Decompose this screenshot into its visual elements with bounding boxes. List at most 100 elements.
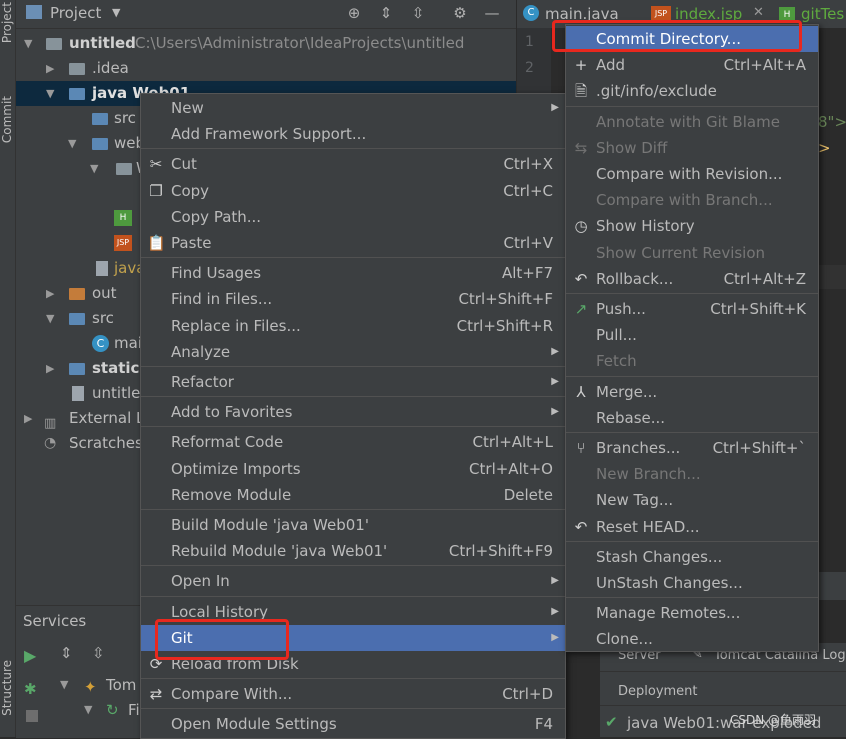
menu-item-cut[interactable]: ✂ Cut Ctrl+X — [141, 151, 565, 177]
menu-item-shortcut: Ctrl+Shift+F9 — [448, 542, 553, 561]
branch-icon: ⑂ — [576, 439, 586, 457]
menu-item-unstash-changes[interactable]: UnStash Changes... — [566, 570, 818, 596]
tab-git-test[interactable]: gitTes — [801, 5, 844, 23]
debug-icon[interactable]: ✱ — [24, 680, 37, 698]
menu-item-compare-with[interactable]: ⇄ Compare With... Ctrl+D — [141, 681, 565, 707]
chevron-down-icon[interactable]: ▼ — [112, 6, 120, 19]
minimize-icon[interactable]: — — [482, 4, 502, 22]
collapse-all-icon[interactable]: ⇳ — [408, 4, 428, 22]
chevron-down-icon[interactable]: ▼ — [90, 156, 98, 181]
chevron-down-icon[interactable]: ▼ — [46, 306, 54, 331]
menu-item-find-in-files[interactable]: Find in Files... Ctrl+Shift+F — [141, 286, 565, 312]
menu-item-reset-head[interactable]: ↶ Reset HEAD... — [566, 514, 818, 540]
menu-item-merge[interactable]: ⅄ Merge... — [566, 379, 818, 405]
menu-item-remove-module[interactable]: Remove Module Delete — [141, 482, 565, 508]
rollback-icon: ↶ — [574, 269, 588, 288]
tree-label: .idea — [92, 59, 129, 77]
plus-icon: + — [574, 56, 588, 75]
menu-item-refactor[interactable]: Refactor ▶ — [141, 369, 565, 395]
run-icon[interactable]: ▶ — [24, 646, 36, 665]
submenu-arrow-icon: ▶ — [551, 406, 559, 418]
chevron-right-icon[interactable]: ▶ — [24, 406, 32, 431]
tree-path: C:\Users\Administrator\IdeaProjects\unti… — [135, 34, 465, 52]
service-item-finished[interactable]: Fi — [128, 701, 140, 719]
expand-all-icon[interactable]: ⇕ — [376, 4, 396, 22]
menu-item-build-module-java-web01[interactable]: Build Module 'java Web01' — [141, 512, 565, 538]
module-folder-icon — [69, 363, 85, 375]
menu-item-add-to-favorites[interactable]: Add to Favorites ▶ — [141, 399, 565, 425]
menu-item-replace-in-files[interactable]: Replace in Files... Ctrl+Shift+R — [141, 313, 565, 339]
collapse-all-icon[interactable]: ⇳ — [92, 644, 105, 662]
menu-item-new[interactable]: New ▶ — [141, 95, 565, 121]
project-icon — [26, 5, 42, 19]
menu-item-add[interactable]: + Add Ctrl+Alt+A — [566, 52, 818, 78]
chevron-down-icon[interactable]: ▼ — [46, 81, 54, 106]
menu-item-shortcut: Ctrl+Alt+A — [723, 56, 806, 75]
chevron-down-icon[interactable]: ▼ — [84, 703, 92, 716]
menu-item-manage-remotes[interactable]: Manage Remotes... — [566, 600, 818, 626]
menu-item-add-framework-support[interactable]: Add Framework Support... — [141, 121, 565, 147]
compare-icon: ⇄ — [149, 685, 163, 704]
chevron-down-icon[interactable]: ▼ — [60, 678, 68, 691]
menu-item-clone[interactable]: Clone... — [566, 626, 818, 652]
chevron-right-icon[interactable]: ▶ — [46, 56, 54, 81]
menu-item-label: Branches... — [596, 439, 681, 457]
submenu-arrow-icon: ▶ — [551, 102, 559, 113]
chevron-down-icon[interactable]: ▼ — [68, 131, 76, 156]
menu-item-open-module-settings[interactable]: Open Module Settings F4 — [141, 711, 565, 737]
menu-separator — [141, 396, 565, 398]
menu-item-label: New Branch... — [596, 465, 701, 484]
menu-item-new-tag[interactable]: New Tag... — [566, 487, 818, 513]
commit-tool-tab[interactable]: Commit — [0, 96, 14, 143]
menu-item-push[interactable]: ↗ Push... Ctrl+Shift+K — [566, 296, 818, 322]
menu-item-git-info-exclude[interactable]: 🗎 .git/info/exclude — [566, 78, 818, 104]
menu-item-stash-changes[interactable]: Stash Changes... — [566, 544, 818, 570]
menu-item-pull[interactable]: Pull... — [566, 322, 818, 348]
tree-row-idea[interactable]: ▶ .idea — [16, 56, 516, 81]
chevron-down-icon[interactable]: ▼ — [24, 31, 32, 56]
close-icon[interactable]: ✕ — [753, 5, 764, 20]
menu-item-label: New Tag... — [596, 491, 674, 510]
expand-all-icon[interactable]: ⇕ — [60, 644, 73, 662]
menu-item-copy[interactable]: ❐ Copy Ctrl+C — [141, 178, 565, 204]
menu-item-label: Merge... — [596, 382, 658, 401]
menu-item-label: Reset HEAD... — [596, 517, 700, 536]
menu-item-show-history[interactable]: ◷ Show History — [566, 213, 818, 239]
menu-item-reformat-code[interactable]: Reformat Code Ctrl+Alt+L — [141, 429, 565, 455]
menu-item-rebase[interactable]: Rebase... — [566, 405, 818, 431]
menu-item-label: .git/info/exclude — [596, 82, 717, 101]
tree-row-untitled[interactable]: ▼ untitled C:\Users\Administrator\IdeaPr… — [16, 31, 516, 56]
menu-item-label: Show Current Revision — [596, 243, 766, 262]
menu-item-fetch: Fetch — [566, 348, 818, 374]
menu-item-analyze[interactable]: Analyze ▶ — [141, 339, 565, 365]
tomcat-icon: ✦ — [84, 678, 97, 696]
menu-item-paste[interactable]: 📋 Paste Ctrl+V — [141, 230, 565, 256]
annotation-box-commit — [552, 20, 802, 52]
service-item-tomcat[interactable]: Tom — [106, 676, 136, 694]
scissors-icon: ✂ — [149, 155, 163, 174]
menu-item-find-usages[interactable]: Find Usages Alt+F7 — [141, 260, 565, 286]
menu-item-optimize-imports[interactable]: Optimize Imports Ctrl+Alt+O — [141, 456, 565, 482]
menu-item-branches[interactable]: ⑂ Branches... Ctrl+Shift+` — [566, 435, 818, 461]
chevron-right-icon[interactable]: ▶ — [46, 356, 54, 381]
menu-item-rebuild-module-java-web01[interactable]: Rebuild Module 'java Web01' Ctrl+Shift+F9 — [141, 538, 565, 564]
stop-icon[interactable] — [26, 710, 38, 722]
menu-item-label: Open Module Settings — [171, 715, 337, 734]
source-folder-icon — [69, 313, 85, 325]
submenu-arrow-icon: ▶ — [551, 575, 559, 587]
menu-item-rollback[interactable]: ↶ Rollback... Ctrl+Alt+Z — [566, 266, 818, 292]
project-panel-title[interactable]: Project — [50, 4, 101, 22]
folder-icon — [69, 63, 85, 75]
menu-item-compare-with-revision[interactable]: Compare with Revision... — [566, 161, 818, 187]
structure-tool-tab[interactable]: Structure — [0, 660, 14, 716]
gear-icon[interactable]: ⚙ — [450, 4, 470, 22]
project-tool-tab[interactable]: Project — [0, 2, 14, 43]
git-file-icon: 🗎 — [574, 82, 588, 101]
locate-icon[interactable]: ⊕ — [344, 4, 364, 22]
menu-item-open-in[interactable]: Open In ▶ — [141, 568, 565, 594]
menu-item-label: Annotate with Git Blame — [596, 112, 780, 131]
menu-item-copy-path[interactable]: Copy Path... — [141, 204, 565, 230]
chevron-right-icon[interactable]: ▶ — [46, 281, 54, 306]
tree-label: src — [92, 309, 114, 327]
class-icon: C — [92, 335, 109, 352]
